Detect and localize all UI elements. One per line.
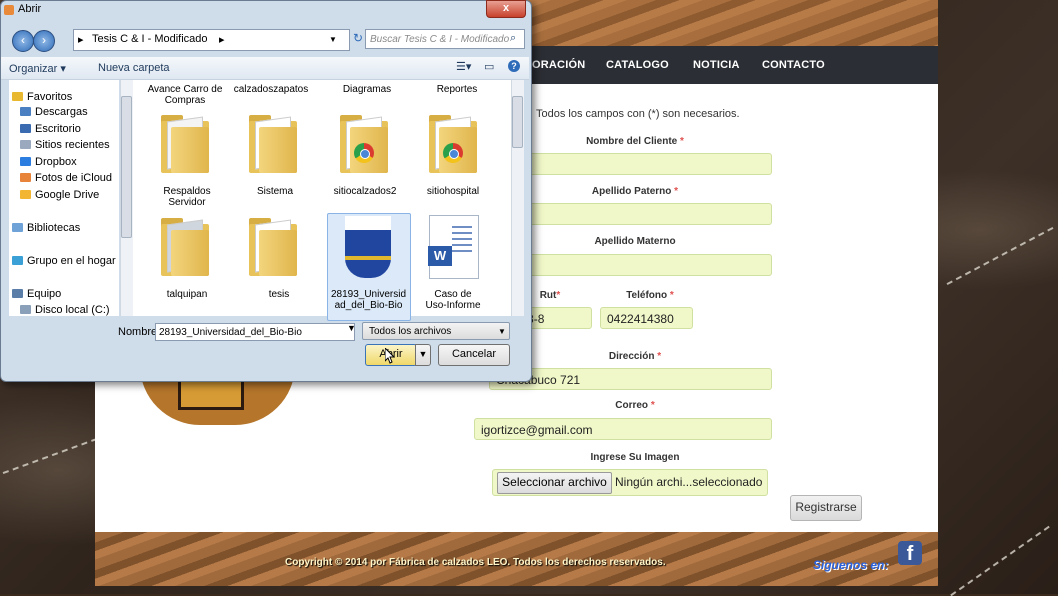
close-button[interactable]: x — [486, 0, 526, 18]
folder-icon[interactable] — [161, 115, 209, 173]
forward-icon[interactable]: › — [33, 30, 55, 52]
file-type-select[interactable]: Todos los archivos — [362, 322, 510, 340]
nav-item-contacto[interactable]: CONTACTO — [762, 59, 825, 71]
nav-bibliotecas[interactable]: Bibliotecas — [12, 222, 80, 234]
desktop-icon — [20, 124, 31, 133]
open-options-button[interactable]: ▼ — [415, 344, 431, 366]
new-folder-button[interactable]: Nueva carpeta — [98, 62, 170, 74]
mouse-cursor-icon — [385, 348, 395, 364]
recent-places-icon — [20, 140, 31, 149]
paterno-label: Apellido Paterno * — [591, 186, 679, 197]
files-scrollbar-thumb[interactable] — [512, 96, 523, 148]
file-item[interactable]: sitiohospital — [413, 186, 493, 197]
materno-input[interactable] — [500, 254, 772, 276]
file-item[interactable]: Diagramas — [323, 84, 411, 95]
file-item[interactable]: Respaldos Servidor — [152, 186, 222, 208]
facebook-icon[interactable]: f — [898, 541, 922, 565]
nav-disco-local[interactable]: Disco local (C:) — [20, 304, 110, 316]
file-item[interactable]: tesis — [239, 289, 319, 300]
word-document-icon[interactable]: W — [428, 215, 479, 279]
nav-icloud[interactable]: Fotos de iCloud — [20, 172, 112, 184]
rut-label: Rut* — [539, 290, 561, 301]
file-item[interactable]: sitiocalzados2 — [325, 186, 405, 197]
computer-icon — [12, 289, 23, 298]
nav-equipo[interactable]: Equipo — [12, 288, 61, 300]
views-icon[interactable]: ☰▾ — [456, 60, 471, 73]
chevron-right-icon: ▸ — [219, 34, 225, 46]
libraries-icon — [12, 223, 23, 232]
nav-descargas[interactable]: Descargas — [20, 106, 88, 118]
nav-google-drive[interactable]: Google Drive — [20, 189, 99, 201]
university-crest-image-icon[interactable] — [345, 216, 391, 278]
help-icon[interactable]: ? — [508, 60, 520, 72]
folder-icon[interactable] — [249, 115, 297, 173]
required-note: Todos los campos con (*) son necesarios. — [536, 108, 740, 120]
filename-label: Nombre: — [118, 326, 161, 338]
register-button[interactable]: Registrarse — [790, 495, 862, 521]
cancel-button[interactable]: Cancelar — [438, 344, 510, 366]
telefono-label: Teléfono * — [626, 290, 674, 301]
select-file-button[interactable]: Seleccionar archivo — [497, 472, 612, 494]
file-item[interactable]: Caso de Uso-Informe — [423, 289, 483, 311]
telefono-input[interactable]: 0422414380 — [600, 307, 693, 329]
folder-icon[interactable] — [249, 218, 297, 276]
homegroup-icon — [12, 256, 23, 265]
correo-input[interactable]: igortizce@gmail.com — [474, 418, 772, 440]
preview-pane-icon[interactable]: ▭ — [484, 60, 494, 73]
nav-item-noticia[interactable]: NOTICIA — [693, 59, 740, 71]
file-item-selected[interactable]: 28193_Universidad_del_Bio-Bio — [330, 289, 407, 311]
dialog-title: Abrir — [18, 3, 42, 15]
file-item[interactable]: Avance Carro de Compras — [141, 84, 229, 106]
nombre-label: Nombre del Cliente * — [586, 136, 684, 147]
chevron-down-icon[interactable]: ▼ — [329, 35, 337, 44]
refresh-icon[interactable]: ↻ — [353, 31, 363, 45]
nav-escritorio[interactable]: Escritorio — [20, 123, 81, 135]
dropbox-icon — [20, 157, 31, 166]
back-icon[interactable]: ‹ — [12, 30, 34, 52]
star-icon — [12, 92, 23, 101]
icloud-photos-icon — [20, 173, 31, 182]
breadcrumb-item[interactable]: Tesis C & I - Modificado — [92, 33, 208, 45]
folder-icon[interactable] — [161, 218, 209, 276]
materno-label: Apellido Materno — [594, 236, 676, 247]
nav-dropbox[interactable]: Dropbox — [20, 156, 77, 168]
copyright-text: Copyright © 2014 por Fábrica de calzados… — [285, 557, 666, 568]
downloads-icon — [20, 107, 31, 116]
imagen-label: Ingrese Su Imagen — [590, 452, 680, 463]
app-icon — [4, 5, 14, 15]
drive-icon — [20, 305, 31, 314]
address-bar[interactable]: ▸ Tesis C & I - Modificado ▸ ▼ — [73, 29, 350, 51]
dialog-toolbar: Organizar ▾ Nueva carpeta ☰▾ ▭ ? — [1, 57, 529, 80]
nav-item[interactable]: ORACIÓN — [532, 59, 585, 71]
chevron-down-icon[interactable]: ▼ — [347, 323, 356, 333]
follow-us-label: Siguenos en: — [813, 558, 889, 572]
nav-item-catalogo[interactable]: CATALOGO — [606, 59, 669, 71]
search-input[interactable]: Buscar Tesis C & I - Modificado — [365, 29, 525, 49]
file-item[interactable]: Sistema — [235, 186, 315, 197]
file-item[interactable]: calzadoszapatos — [227, 84, 315, 95]
filename-input[interactable]: 28193_Universidad_del_Bio-Bio — [155, 323, 355, 341]
nombre-input[interactable] — [500, 153, 772, 175]
paterno-input[interactable] — [500, 203, 772, 225]
direccion-label: Dirección * — [608, 351, 662, 362]
file-item[interactable]: Reportes — [413, 84, 501, 95]
search-icon[interactable]: ⌕ — [510, 32, 516, 45]
chrome-folder-icon[interactable] — [429, 115, 477, 173]
google-drive-icon — [20, 190, 31, 199]
correo-label: Correo * — [615, 400, 655, 411]
chevron-right-icon: ▸ — [78, 34, 84, 46]
chrome-folder-icon[interactable] — [340, 115, 388, 173]
nav-favoritos[interactable]: Favoritos — [12, 91, 72, 103]
organize-button[interactable]: Organizar ▾ — [9, 62, 66, 75]
file-item[interactable]: talquipan — [147, 289, 227, 300]
nav-scrollbar-thumb[interactable] — [121, 96, 132, 238]
nav-sitios-recientes[interactable]: Sitios recientes — [20, 139, 110, 151]
file-status: Ningún archi...seleccionado — [615, 475, 763, 489]
nav-grupo-hogar[interactable]: Grupo en el hogar — [12, 255, 116, 267]
chevron-down-icon[interactable]: ▼ — [498, 327, 506, 336]
